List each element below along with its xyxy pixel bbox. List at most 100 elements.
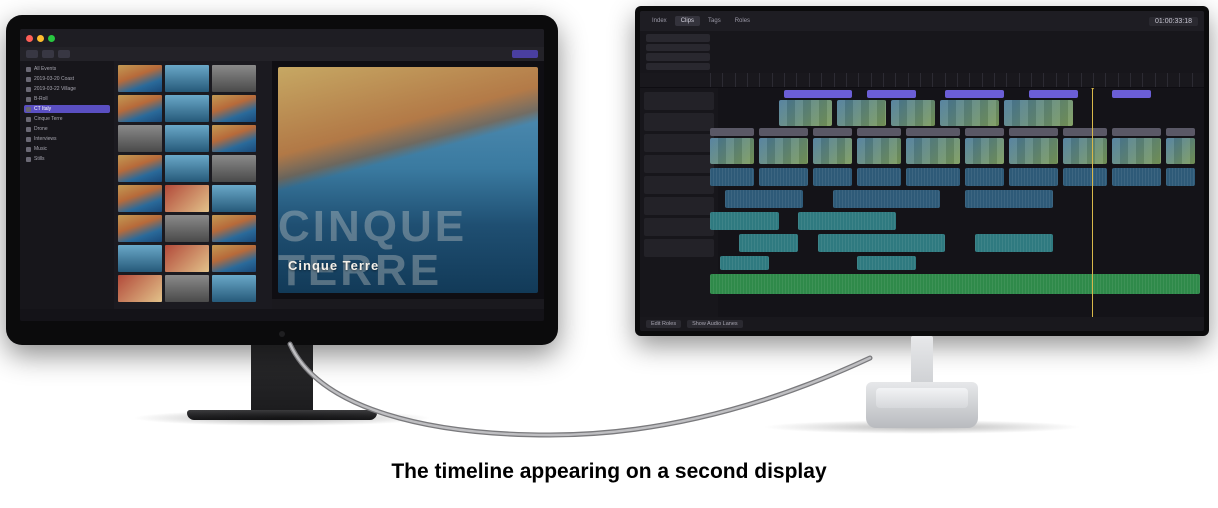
timeline-lane[interactable] <box>710 256 1200 270</box>
timeline-lane[interactable] <box>710 138 1200 164</box>
timeline-clip[interactable] <box>857 128 901 136</box>
timeline-lane[interactable] <box>710 274 1200 294</box>
timeline-clip[interactable] <box>813 138 852 164</box>
browser-thumbnail[interactable] <box>165 275 209 302</box>
timeline-clip[interactable] <box>837 100 886 126</box>
browser-thumbnail[interactable] <box>212 245 256 272</box>
browser-thumbnail[interactable] <box>165 125 209 152</box>
timeline-clip[interactable] <box>867 90 916 98</box>
timeline-clip[interactable] <box>798 212 896 230</box>
share-button[interactable] <box>512 50 538 58</box>
timeline-clip[interactable] <box>1009 128 1058 136</box>
timeline-tab[interactable]: Index <box>646 16 673 26</box>
timeline-clip[interactable] <box>940 100 999 126</box>
timeline-clip[interactable] <box>779 100 833 126</box>
timecode-display[interactable]: 01:00:33:18 <box>1149 17 1198 26</box>
timeline-clip[interactable] <box>1004 100 1073 126</box>
sidebar-item[interactable]: 2019-03-22 Village <box>24 85 110 93</box>
browser-thumbnail[interactable] <box>165 185 209 212</box>
browser-thumbnail[interactable] <box>212 125 256 152</box>
timeline-clip[interactable] <box>1063 138 1107 164</box>
sidebar-item[interactable]: Stills <box>24 155 110 163</box>
timeline-clip[interactable] <box>906 128 960 136</box>
timeline-clip[interactable] <box>710 128 754 136</box>
timeline-clip[interactable] <box>759 138 808 164</box>
timeline-clip[interactable] <box>945 90 1004 98</box>
timeline-bottom-button[interactable]: Edit Roles <box>646 320 681 328</box>
timeline-clip[interactable] <box>906 138 960 164</box>
timeline-clip[interactable] <box>739 234 798 252</box>
timeline-clip[interactable] <box>759 168 808 186</box>
timeline-tab[interactable]: Roles <box>729 16 756 26</box>
sidebar-item[interactable]: Interviews <box>24 135 110 143</box>
sidebar-item[interactable]: Cinque Terre <box>24 115 110 123</box>
timeline-tab[interactable]: Tags <box>702 16 727 26</box>
browser-thumbnail[interactable] <box>118 125 162 152</box>
timeline-clip[interactable] <box>813 168 852 186</box>
timeline-clip[interactable] <box>784 90 853 98</box>
minimize-icon[interactable] <box>37 35 44 42</box>
timeline-clip[interactable] <box>857 168 901 186</box>
browser-thumbnail[interactable] <box>212 155 256 182</box>
timeline-clip[interactable] <box>1063 168 1107 186</box>
sidebar-item[interactable]: B-Roll <box>24 95 110 103</box>
timeline-clip[interactable] <box>965 190 1053 208</box>
browser-thumbnail[interactable] <box>118 65 162 92</box>
sidebar-item[interactable]: 2019-03-20 Coast <box>24 75 110 83</box>
timeline-clip[interactable] <box>813 128 852 136</box>
bg-tasks-button[interactable] <box>58 50 70 58</box>
browser-thumbnail[interactable] <box>165 215 209 242</box>
timeline-clip[interactable] <box>1166 128 1195 136</box>
timeline-clip[interactable] <box>965 138 1004 164</box>
timeline-lane[interactable] <box>710 90 1200 98</box>
timeline-clip[interactable] <box>1009 138 1058 164</box>
timeline-clip[interactable] <box>818 234 945 252</box>
index-role-switches[interactable] <box>646 34 710 70</box>
timeline-clip[interactable] <box>1112 128 1161 136</box>
timeline-lane[interactable] <box>710 168 1200 186</box>
viewer-canvas[interactable]: CINQUE TERRE Cinque Terre <box>278 67 538 293</box>
browser-thumbnail[interactable] <box>212 275 256 302</box>
timeline-clip[interactable] <box>1112 168 1161 186</box>
timeline-clip[interactable] <box>725 190 803 208</box>
viewer-transport-bar[interactable] <box>272 299 544 309</box>
timeline-clip[interactable] <box>891 100 935 126</box>
browser-thumbnail[interactable] <box>165 245 209 272</box>
sidebar-item[interactable]: CT Italy <box>24 105 110 113</box>
browser-thumbnail[interactable] <box>118 245 162 272</box>
timeline-clip[interactable] <box>1166 168 1195 186</box>
timeline-lane[interactable] <box>710 212 1200 230</box>
timeline-clip[interactable] <box>1009 168 1058 186</box>
sidebar-item[interactable]: Music <box>24 145 110 153</box>
timeline-clip[interactable] <box>975 234 1053 252</box>
timeline-clip[interactable] <box>857 138 901 164</box>
timeline-lane[interactable] <box>710 100 1200 126</box>
timeline-clip[interactable] <box>710 274 1200 294</box>
browser-thumbnail[interactable] <box>118 215 162 242</box>
sidebar-item[interactable]: Drone <box>24 125 110 133</box>
timeline-clip[interactable] <box>710 138 754 164</box>
timeline-clip[interactable] <box>965 168 1004 186</box>
timeline-clip[interactable] <box>857 256 916 270</box>
timeline-clip[interactable] <box>759 128 808 136</box>
playhead[interactable] <box>1092 88 1093 317</box>
browser-thumbnail[interactable] <box>118 155 162 182</box>
timeline-clip[interactable] <box>710 212 779 230</box>
timeline-ruler[interactable] <box>640 73 1204 88</box>
track-headers[interactable] <box>640 88 718 317</box>
timeline-clip[interactable] <box>1166 138 1195 164</box>
timeline-clip[interactable] <box>965 128 1004 136</box>
timeline-clip[interactable] <box>1063 128 1107 136</box>
timeline-clip[interactable] <box>1029 90 1078 98</box>
timeline-clip[interactable] <box>833 190 941 208</box>
browser-thumbnail[interactable] <box>212 185 256 212</box>
timeline-tracks-area[interactable] <box>640 88 1204 317</box>
timeline-tab[interactable]: Clips <box>675 16 700 26</box>
browser-thumbnail[interactable] <box>165 95 209 122</box>
import-button[interactable] <box>26 50 38 58</box>
browser-thumbnail[interactable] <box>212 95 256 122</box>
close-icon[interactable] <box>26 35 33 42</box>
timeline-clip[interactable] <box>906 168 960 186</box>
timeline-bottom-button[interactable]: Show Audio Lanes <box>687 320 743 328</box>
browser-thumbnail[interactable] <box>212 215 256 242</box>
